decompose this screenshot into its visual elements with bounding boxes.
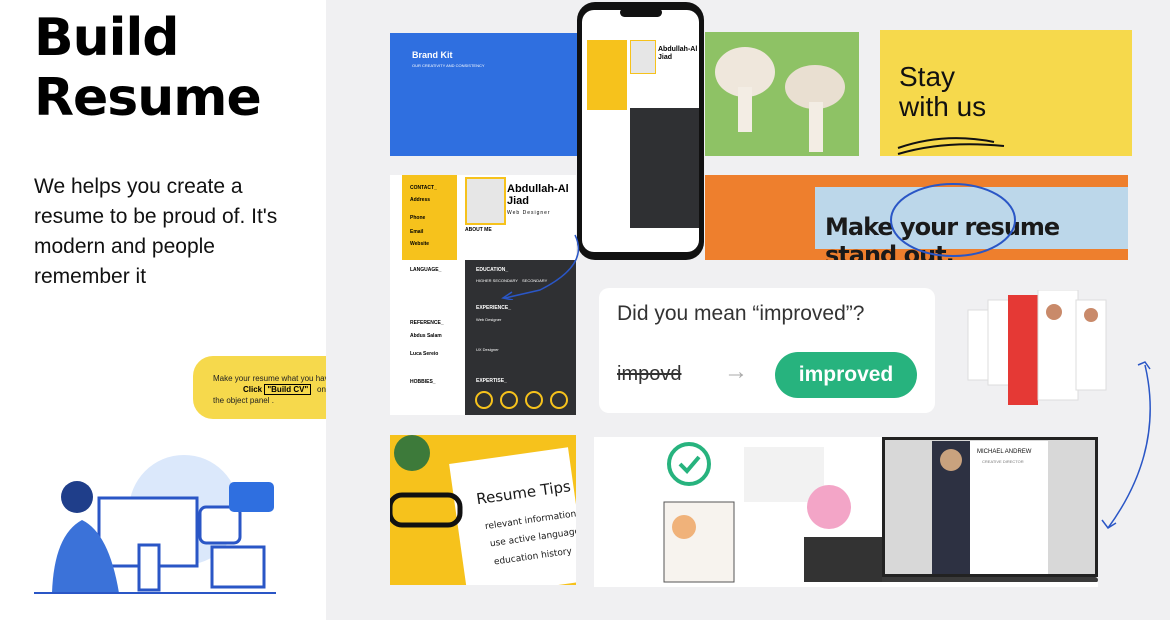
underline-scribble [897,137,1005,155]
left-panel: Build Resume We helps you create a resum… [0,0,370,620]
phone-preview: Abdullah-Al Jiad [577,2,704,260]
stand-out-banner-tile[interactable]: Make your resume stand out. [705,175,1128,260]
tip-suffix: on [317,385,326,394]
mushroom-photo-tile[interactable] [705,32,859,156]
did-you-mean-tile[interactable]: Did you mean “improved”? impovd → improv… [599,288,935,413]
connector-arrow [501,234,580,300]
improved-button[interactable]: improved [775,352,917,398]
resume-thumbnails [967,290,1107,405]
phone-screen: Abdullah-Al Jiad [582,10,699,252]
brand-kit-tile[interactable]: Brand Kit OUR CREATIVITY AND CONSISTENCY [390,33,578,156]
resume-avatar [465,177,506,225]
resume-thumbnails-tile[interactable] [966,290,1116,405]
tip-suffix2: the object panel . [213,396,274,405]
stay-with-us-tile[interactable]: Stay with us [880,30,1132,156]
laptop-base [882,577,1098,582]
page-title: Build Resume [34,8,262,128]
mushroom-image [715,47,845,152]
resume-tips-image: Resume Tips relevant information use act… [390,435,576,585]
resume-tips-tile[interactable]: Resume Tips relevant information use act… [390,435,576,585]
laptop-resume-tile[interactable]: MICHAEL ANDREW CREATIVE DIRECTOR [882,437,1098,582]
hero-description: We helps you create a resume to be proud… [34,175,278,288]
job-search-illustration [663,442,884,583]
phone-notch [620,8,662,17]
build-cv-hint: Click "Build CV" [243,384,312,395]
connector-arrow-right [1101,361,1151,530]
arrow-right-icon: → [724,358,748,385]
illustration [34,455,276,594]
expertise-icons [475,391,568,409]
circle-scribble [890,183,1016,257]
tip-text: Make your resume what you have! [213,374,336,383]
laptop-avatar [940,449,962,471]
